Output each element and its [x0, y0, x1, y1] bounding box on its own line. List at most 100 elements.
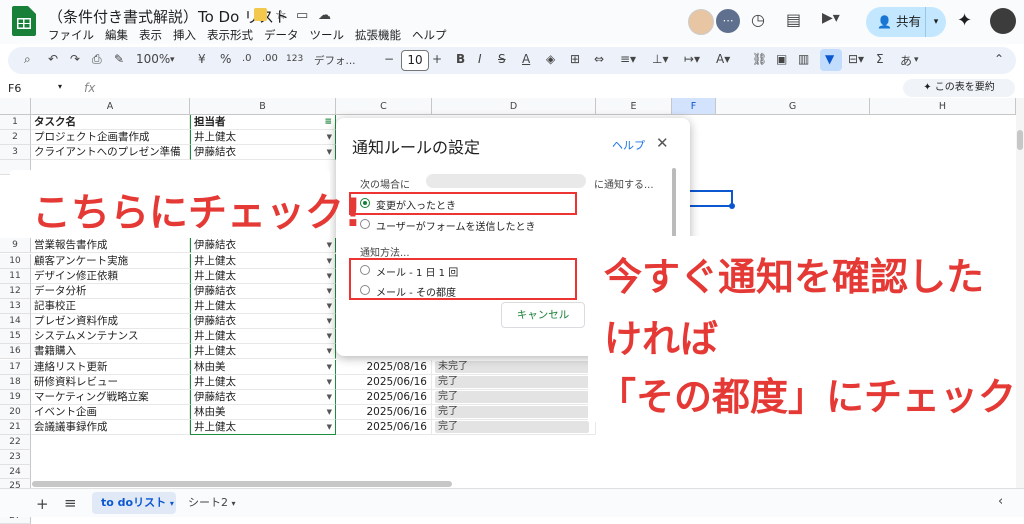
- dropdown-arrow-icon[interactable]: ▼: [327, 145, 332, 159]
- status-chip[interactable]: 未完了: [435, 361, 589, 373]
- insert-link-icon[interactable]: ⛓: [752, 52, 767, 66]
- number-format-button[interactable]: 123: [286, 54, 303, 64]
- filter-views-icon[interactable]: ⊟▾: [848, 52, 864, 66]
- menu-insert[interactable]: 挿入: [173, 28, 196, 42]
- sheets-logo-icon[interactable]: [12, 6, 36, 36]
- date-cell[interactable]: 2025/06/16: [336, 405, 432, 420]
- increase-font-icon[interactable]: +: [432, 52, 442, 66]
- collapse-toolbar-icon[interactable]: ⌃: [994, 52, 1004, 66]
- status-cell[interactable]: 完了: [432, 375, 596, 390]
- dropdown-arrow-icon[interactable]: ▼: [327, 360, 332, 374]
- menu-help[interactable]: ヘルプ: [412, 28, 447, 42]
- merge-cells-icon[interactable]: ⇔: [594, 52, 604, 66]
- date-cell[interactable]: 2025/06/16: [336, 375, 432, 390]
- assignee-cell[interactable]: 井上健太 ▼: [190, 130, 336, 145]
- percent-button[interactable]: %: [220, 52, 231, 66]
- close-icon[interactable]: ✕: [656, 134, 669, 152]
- column-header-c[interactable]: C: [336, 98, 432, 115]
- dropdown-arrow-icon[interactable]: ▼: [327, 284, 332, 298]
- row-header[interactable]: 1: [0, 115, 31, 130]
- italic-icon[interactable]: I: [478, 52, 482, 66]
- row-header[interactable]: 20: [0, 405, 31, 420]
- select-all-corner[interactable]: [0, 98, 31, 115]
- dropdown-arrow-icon[interactable]: ▼: [327, 269, 332, 283]
- comments-icon[interactable]: ▤: [786, 10, 801, 29]
- status-cell[interactable]: 完了: [432, 405, 596, 420]
- extension-icon[interactable]: [254, 8, 267, 21]
- help-link[interactable]: ヘルプ: [612, 137, 645, 153]
- column-header-g[interactable]: G: [716, 98, 870, 115]
- row-header[interactable]: 11: [0, 269, 31, 284]
- dropdown-arrow-icon[interactable]: ▼: [327, 375, 332, 389]
- text-rotate-icon[interactable]: A▾: [716, 52, 730, 66]
- text-wrap-icon[interactable]: ↦▾: [684, 52, 700, 66]
- assignee-cell[interactable]: 井上健太 ▼: [190, 299, 336, 314]
- assignee-cell[interactable]: 井上健太 ▼: [190, 420, 336, 435]
- task-cell[interactable]: タスク名: [31, 115, 190, 130]
- chevron-down-icon[interactable]: ▾: [58, 82, 62, 91]
- history-icon[interactable]: ◷: [751, 10, 765, 29]
- column-header-f[interactable]: F: [672, 98, 716, 115]
- radio-form-submit-label[interactable]: ユーザーがフォームを送信したとき: [376, 218, 536, 233]
- chevron-down-icon[interactable]: ▾: [170, 55, 175, 65]
- task-cell[interactable]: データ分析: [31, 284, 190, 299]
- horizontal-align-icon[interactable]: ≡▾: [620, 52, 636, 66]
- horizontal-scrollbar[interactable]: [32, 481, 452, 487]
- user-avatar[interactable]: [990, 8, 1016, 34]
- chevron-down-icon[interactable]: ▾: [232, 499, 236, 508]
- row-header[interactable]: 16: [0, 344, 31, 359]
- dropdown-arrow-icon[interactable]: ▼: [327, 314, 332, 328]
- status-cell[interactable]: 完了: [432, 390, 596, 405]
- status-chip[interactable]: 完了: [435, 376, 589, 388]
- chevron-left-icon[interactable]: ‹: [998, 494, 1003, 509]
- font-size-input[interactable]: 10: [401, 50, 429, 71]
- task-cell[interactable]: 研修資料レビュー: [31, 375, 190, 390]
- menu-edit[interactable]: 編集: [105, 28, 128, 42]
- column-header-e[interactable]: E: [596, 98, 672, 115]
- task-cell[interactable]: プロジェクト企画書作成: [31, 130, 190, 145]
- document-title[interactable]: （条件付き書式解説）To Do リスト: [48, 6, 289, 27]
- vertical-align-icon[interactable]: ⊥▾: [652, 52, 668, 66]
- search-icon[interactable]: ⌕: [24, 52, 31, 67]
- status-chip[interactable]: 完了: [435, 421, 589, 433]
- row-header[interactable]: 19: [0, 390, 31, 405]
- date-cell[interactable]: 2025/06/16: [336, 420, 432, 435]
- task-cell[interactable]: クライアントへのプレゼン準備: [31, 145, 190, 160]
- dropdown-arrow-icon[interactable]: ▼: [327, 130, 332, 144]
- all-sheets-icon[interactable]: ≡: [64, 494, 77, 512]
- undo-icon[interactable]: ↶: [48, 52, 58, 66]
- dropdown-arrow-icon[interactable]: ▼: [327, 238, 332, 252]
- assignee-cell[interactable]: 井上健太 ▼: [190, 254, 336, 269]
- menu-file[interactable]: ファイル: [48, 28, 94, 42]
- row-header[interactable]: 22: [0, 435, 31, 450]
- column-header-b[interactable]: B: [190, 98, 336, 115]
- status-cell[interactable]: 未完了: [432, 360, 596, 375]
- dropdown-arrow-icon[interactable]: ▼: [327, 420, 332, 434]
- tab-sheet2[interactable]: シート2 ▾: [188, 492, 236, 515]
- row-header[interactable]: 23: [0, 449, 31, 465]
- text-color-icon[interactable]: A: [522, 52, 530, 66]
- row-header[interactable]: 12: [0, 284, 31, 299]
- add-sheet-icon[interactable]: +: [36, 495, 49, 513]
- row-header[interactable]: 10: [0, 254, 31, 269]
- fill-color-icon[interactable]: ◈: [546, 52, 555, 66]
- insert-comment-icon[interactable]: ▣: [776, 52, 787, 66]
- task-cell[interactable]: 記事校正: [31, 299, 190, 314]
- menu-data[interactable]: データ: [264, 28, 299, 42]
- meet-icon[interactable]: ▶▾: [822, 10, 840, 26]
- dropdown-arrow-icon[interactable]: ▼: [327, 329, 332, 343]
- collaborator-chat-icon[interactable]: ⋯: [716, 9, 740, 33]
- status-chip[interactable]: 完了: [435, 406, 589, 418]
- column-header-a[interactable]: A: [31, 98, 190, 115]
- task-cell[interactable]: 書籍購入: [31, 344, 190, 359]
- row-header[interactable]: 17: [0, 360, 31, 375]
- dropdown-arrow-icon[interactable]: ▼: [327, 344, 332, 358]
- summarize-table-button[interactable]: ✦ この表を要約: [903, 79, 1015, 97]
- chevron-down-icon[interactable]: ▾: [925, 7, 946, 37]
- chevron-down-icon[interactable]: ▾: [914, 55, 919, 65]
- date-cell[interactable]: 2025/08/16: [336, 360, 432, 375]
- gemini-icon[interactable]: ✦: [957, 10, 972, 31]
- tab-todo-list[interactable]: to doリスト ▾: [92, 492, 176, 514]
- star-icon[interactable]: ☆: [275, 8, 287, 23]
- print-icon[interactable]: ⎙: [92, 52, 102, 67]
